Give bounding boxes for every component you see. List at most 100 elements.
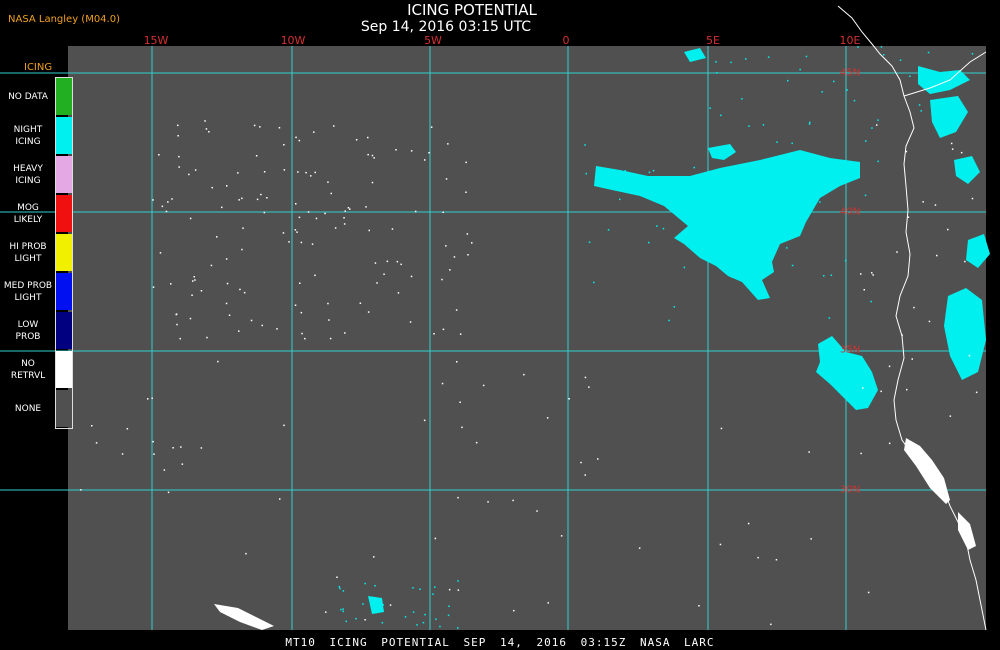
speckle xyxy=(791,142,793,145)
speckle xyxy=(920,110,922,112)
speckle xyxy=(334,227,337,229)
speckle xyxy=(424,159,426,161)
speckle xyxy=(299,282,301,284)
speckle xyxy=(151,397,153,399)
speckle xyxy=(382,604,384,606)
speckle xyxy=(844,259,847,262)
speckle xyxy=(888,365,891,368)
speckle xyxy=(200,290,203,292)
lon-label-5w: 5W xyxy=(424,34,442,47)
speckle xyxy=(205,128,208,130)
legend-swatch xyxy=(56,195,73,232)
speckle xyxy=(949,415,952,417)
speckle xyxy=(960,151,963,154)
legend-label: HEAVY ICING xyxy=(13,164,43,186)
speckle xyxy=(239,288,241,291)
speckle xyxy=(266,197,268,199)
speckle xyxy=(333,125,335,127)
speckle xyxy=(428,152,430,154)
speckle xyxy=(432,593,434,595)
speckle xyxy=(376,611,378,614)
speckle xyxy=(191,294,193,296)
speckle xyxy=(279,498,281,500)
speckle xyxy=(447,614,450,617)
speckle xyxy=(245,552,247,555)
speckle xyxy=(909,75,911,77)
speckle xyxy=(782,193,784,195)
speckle xyxy=(433,333,435,335)
speckle xyxy=(828,317,831,319)
speckle xyxy=(304,337,306,340)
speckle xyxy=(410,150,413,152)
legend-swatch xyxy=(56,390,73,427)
speckle xyxy=(263,211,266,214)
speckle xyxy=(975,391,978,394)
speckle xyxy=(950,142,953,145)
speckle xyxy=(747,522,750,525)
speckle xyxy=(584,474,586,476)
speckle xyxy=(310,175,312,177)
speckle xyxy=(482,384,485,387)
speckle xyxy=(241,197,243,200)
speckle xyxy=(161,205,164,208)
speckle xyxy=(295,136,297,139)
speckle xyxy=(416,624,418,626)
speckle xyxy=(217,360,219,363)
speckle xyxy=(188,173,190,176)
speckle xyxy=(315,217,318,220)
speckle xyxy=(588,241,591,243)
speckle xyxy=(536,510,538,512)
speckle xyxy=(808,451,810,453)
speckle xyxy=(467,254,469,256)
legend-label: MOG LIKELY xyxy=(13,203,43,225)
speckle xyxy=(911,358,913,360)
speckle xyxy=(152,286,155,288)
speckle xyxy=(225,302,228,305)
speckle xyxy=(445,178,448,180)
speckle xyxy=(748,193,750,195)
speckle xyxy=(383,273,385,275)
speckle xyxy=(364,582,366,585)
speckle xyxy=(228,314,231,316)
speckle xyxy=(465,191,467,193)
speckle xyxy=(175,313,177,316)
legend-label: LOW PROB xyxy=(15,320,41,342)
speckle xyxy=(412,611,415,613)
speckle xyxy=(340,608,342,611)
speckle xyxy=(787,79,789,82)
legend-label: NO RETRVL xyxy=(10,359,46,381)
speckle xyxy=(762,124,765,126)
speckle xyxy=(888,442,891,445)
speckle xyxy=(951,148,954,150)
speckle xyxy=(330,192,332,195)
speckle xyxy=(298,139,301,142)
speckle xyxy=(374,262,377,264)
speckle xyxy=(809,121,811,124)
speckle xyxy=(355,617,357,620)
speckle xyxy=(853,99,856,102)
speckle xyxy=(313,131,315,133)
speckle xyxy=(731,276,733,278)
speckle xyxy=(237,172,239,174)
legend-label: NO DATA xyxy=(8,92,48,102)
speckle xyxy=(342,590,345,592)
speckle xyxy=(918,104,921,106)
speckle xyxy=(445,245,447,247)
speckle xyxy=(192,280,194,282)
speckle xyxy=(846,89,848,91)
speckle xyxy=(568,398,570,400)
speckle xyxy=(584,144,586,146)
speckle xyxy=(396,260,399,263)
speckle xyxy=(208,131,210,133)
speckle xyxy=(400,263,402,266)
speckle xyxy=(376,282,378,284)
speckle xyxy=(442,328,445,331)
speckle xyxy=(475,441,478,444)
speckle xyxy=(371,181,374,184)
speckle xyxy=(719,543,722,546)
speckle xyxy=(163,469,166,471)
speckle xyxy=(748,125,750,127)
speckle xyxy=(823,275,825,277)
speckle xyxy=(799,68,801,71)
speckle xyxy=(242,227,244,229)
